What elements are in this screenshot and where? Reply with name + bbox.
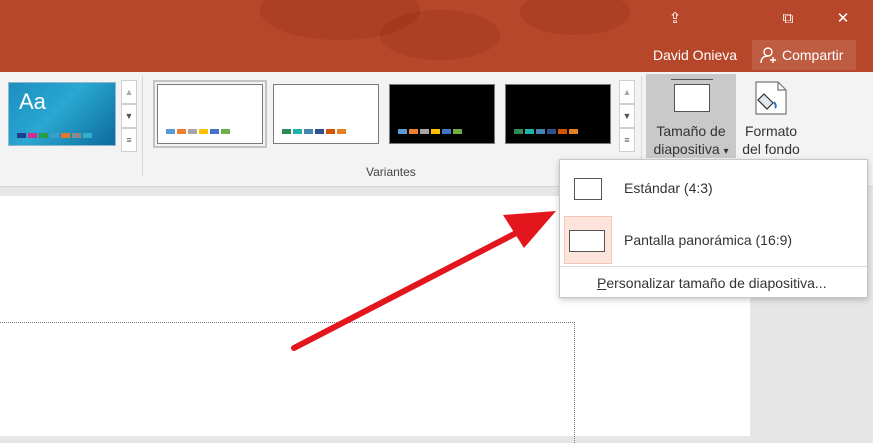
- format-background-button[interactable]: Formato del fondo: [738, 74, 804, 158]
- share-button[interactable]: Compartir: [752, 40, 856, 70]
- share-label: Compartir: [782, 47, 844, 63]
- menu-item-widescreen-label: Pantalla panorámica (16:9): [624, 232, 793, 248]
- theme-thumbnail[interactable]: Aa: [8, 82, 116, 146]
- custom-mnemonic: P: [597, 275, 607, 291]
- theme-more-icon[interactable]: ≡: [121, 128, 137, 152]
- close-window-icon[interactable]: ✕: [823, 6, 863, 32]
- theme-color-swatches: [17, 133, 92, 138]
- slide-placeholder-border: [0, 322, 575, 443]
- slide-size-menu: Estándar (4:3) Pantalla panorámica (16:9…: [559, 159, 868, 298]
- slide-size-button[interactable]: Tamaño de diapositiva ▾: [646, 74, 736, 158]
- variant-white[interactable]: [273, 84, 379, 144]
- format-background-icon: [755, 81, 787, 115]
- slide-size-label-line2: diapositiva: [653, 141, 720, 157]
- background-texture: [520, 0, 630, 35]
- menu-separator: [560, 266, 867, 267]
- add-person-icon: [760, 47, 776, 64]
- variants-scroll-up-icon[interactable]: ▲: [619, 80, 635, 104]
- variants-group-label: Variantes: [366, 165, 416, 179]
- menu-item-standard-label: Estándar (4:3): [624, 180, 713, 196]
- user-name[interactable]: David Onieva: [653, 47, 737, 63]
- ribbon-display-options-icon[interactable]: ⇪: [655, 6, 695, 32]
- menu-item-widescreen[interactable]: Pantalla panorámica (16:9): [560, 214, 867, 264]
- title-bar: ⇪ ⧉ ✕ David Onieva Compartir: [0, 0, 873, 72]
- variants-scroll-down-icon[interactable]: ▼: [619, 104, 635, 128]
- group-divider: [142, 76, 143, 176]
- theme-preview-text: Aa: [19, 89, 46, 114]
- theme-scroll-down-icon[interactable]: ▼: [121, 104, 137, 128]
- variant-black[interactable]: [389, 84, 495, 144]
- widescreen-ratio-icon: [569, 230, 605, 252]
- chevron-down-icon: ▾: [723, 146, 729, 157]
- background-texture: [380, 10, 500, 60]
- variant-white-selected[interactable]: [153, 80, 267, 148]
- slide-size-icon: [671, 79, 713, 112]
- variants-more-icon[interactable]: ≡: [619, 128, 635, 152]
- slide-size-label-line1: Tamaño de: [656, 123, 726, 139]
- restore-window-icon[interactable]: ⧉: [768, 6, 808, 32]
- theme-scroll-up-icon[interactable]: ▲: [121, 80, 137, 104]
- menu-item-custom-size[interactable]: Personalizar tamaño de diapositiva...: [597, 275, 827, 291]
- format-background-label-line2: del fondo: [742, 141, 800, 157]
- menu-item-standard[interactable]: Estándar (4:3): [560, 164, 867, 212]
- standard-ratio-icon: [574, 178, 602, 200]
- menu-item-custom-label: ersonalizar tamaño de diapositiva...: [606, 275, 827, 291]
- format-background-label-line1: Formato: [744, 123, 798, 139]
- variant-black-alt[interactable]: [505, 84, 611, 144]
